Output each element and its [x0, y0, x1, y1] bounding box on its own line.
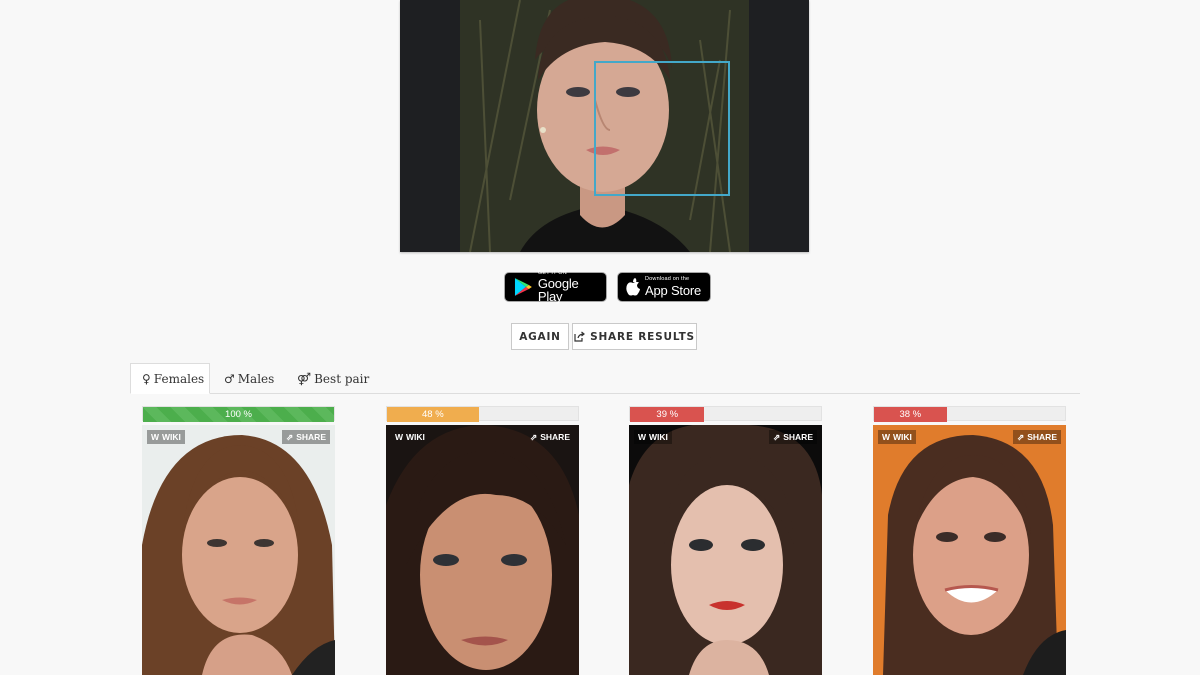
result-card: 39 % W WIKI ⇗ SHARE — [629, 406, 822, 675]
wiki-label: WIKI — [893, 432, 912, 442]
match-percent: 100 % — [143, 407, 334, 422]
result-portrait[interactable]: W WIKI ⇗ SHARE — [142, 425, 335, 675]
match-percent: 38 % — [874, 407, 947, 422]
match-percent: 48 % — [387, 407, 479, 422]
tab-females[interactable]: ♀ Females — [130, 363, 210, 394]
share-icon: ⇗ — [530, 432, 538, 442]
apple-icon — [626, 278, 640, 296]
share-results-button[interactable]: SHARE RESULTS — [572, 323, 697, 350]
tab-females-label: Females — [153, 371, 205, 386]
female-icon: ♀ — [142, 371, 151, 386]
wiki-label: WIKI — [406, 432, 425, 442]
share-link[interactable]: ⇗ SHARE — [526, 430, 574, 444]
face-detection-box — [594, 61, 730, 196]
result-portrait[interactable]: W WIKI ⇗ SHARE — [386, 425, 579, 675]
wiki-label: WIKI — [649, 432, 668, 442]
uploaded-photo — [460, 0, 749, 252]
wiki-link[interactable]: W WIKI — [391, 430, 429, 444]
app-store-big-text: App Store — [645, 282, 702, 298]
match-progress-bar: 38 % — [873, 406, 1066, 422]
pair-icon: ⚤ — [297, 371, 312, 386]
uploaded-photo-frame — [400, 0, 809, 252]
wiki-label: WIKI — [162, 432, 181, 442]
wikipedia-icon: W — [151, 432, 160, 442]
share-results-label: SHARE RESULTS — [590, 330, 695, 343]
share-label: SHARE — [540, 432, 570, 442]
google-play-big-text: Google Play — [537, 276, 579, 305]
match-progress-bar: 100 % — [142, 406, 335, 422]
again-button[interactable]: AGAIN — [511, 323, 569, 350]
match-progress-bar: 39 % — [629, 406, 822, 422]
app-store-badge[interactable]: Download on the App Store — [617, 272, 711, 302]
result-card: 48 % W WIKI ⇗ SHARE — [386, 406, 579, 675]
wikipedia-icon: W — [395, 432, 404, 442]
share-label: SHARE — [783, 432, 813, 442]
app-store-small-text: Download on the — [645, 276, 690, 283]
share-link[interactable]: ⇗ SHARE — [282, 430, 330, 444]
tab-best-pair[interactable]: ⚤ Best pair — [286, 363, 380, 394]
match-percent: 39 % — [630, 407, 705, 422]
tab-males[interactable]: ♂ Males — [213, 363, 285, 394]
tab-best-pair-label: Best pair — [314, 371, 370, 386]
share-icon: ⇗ — [1017, 432, 1025, 442]
wikipedia-icon: W — [882, 432, 891, 442]
wiki-link[interactable]: W WIKI — [878, 430, 916, 444]
result-card: 100 % W WIKI ⇗ SHARE — [142, 406, 335, 675]
result-portrait[interactable]: W WIKI ⇗ SHARE — [629, 425, 822, 675]
share-link[interactable]: ⇗ SHARE — [1013, 430, 1061, 444]
result-portrait[interactable]: W WIKI ⇗ SHARE — [873, 425, 1066, 675]
share-link[interactable]: ⇗ SHARE — [769, 430, 817, 444]
google-play-icon — [514, 278, 532, 296]
share-icon: ⇗ — [286, 432, 294, 442]
share-label: SHARE — [296, 432, 326, 442]
share-icon — [574, 331, 586, 342]
result-card: 38 % W WIKI ⇗ SHARE — [873, 406, 1066, 675]
google-play-badge[interactable]: GET IT ON Google Play — [504, 270, 607, 305]
wikipedia-icon: W — [638, 432, 647, 442]
tab-males-label: Males — [237, 371, 275, 386]
share-label: SHARE — [1027, 432, 1057, 442]
match-progress-bar: 48 % — [386, 406, 579, 422]
share-icon: ⇗ — [773, 432, 781, 442]
wiki-link[interactable]: W WIKI — [147, 430, 185, 444]
wiki-link[interactable]: W WIKI — [634, 430, 672, 444]
male-icon: ♂ — [224, 371, 235, 386]
